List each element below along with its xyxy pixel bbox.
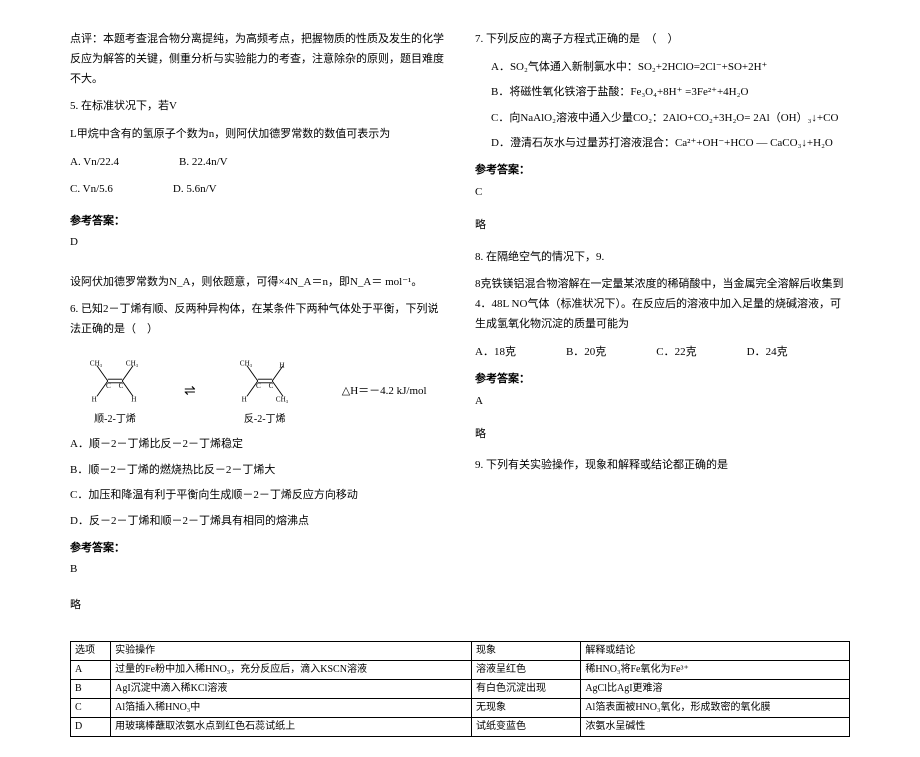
q7-stem: 7. 下列反应的离子方程式正确的是 （ ）	[475, 30, 850, 50]
svg-text:H: H	[279, 361, 284, 369]
q6-opt-b: B．顺－2－丁烯的燃烧热比反－2－丁烯大	[70, 463, 445, 478]
svg-text:C: C	[268, 382, 273, 390]
cell-ph: 无现象	[472, 699, 581, 718]
q7-opt-a: A．SO₂气体通入新制氯水中：SO₂+2HClO=2Cl⁻+SO+2H⁺	[491, 60, 850, 75]
q6-opt-c: C．加压和降温有利于平衡向生成顺－2－丁烯反应方向移动	[70, 488, 445, 503]
cell-opt: D	[71, 718, 111, 737]
cell-con: AgCl比AgI更难溶	[581, 680, 850, 699]
q8-opt-d: D．24克	[747, 345, 788, 360]
brief: 略	[475, 218, 850, 233]
q6-stem: 6. 已知2－丁烯有顺、反两种异构体，在某条件下两种气体处于平衡，下列说法正确的…	[70, 300, 445, 340]
cell-con: Al箔表面被HNO₃氧化，形成致密的氧化膜	[581, 699, 850, 718]
svg-text:H: H	[92, 396, 97, 404]
q5-opt-d: D. 5.6n/V	[173, 182, 217, 197]
cell-opt: C	[71, 699, 111, 718]
cis-label: 顺-2-丁烯	[70, 413, 160, 427]
svg-text:C: C	[256, 382, 261, 390]
col-conclusion: 解释或结论	[581, 642, 850, 661]
col-operation: 实验操作	[111, 642, 472, 661]
cis-butene-icon: CH₃ CH₃ C C H H	[70, 356, 160, 406]
answer-label: 参考答案：	[70, 214, 445, 229]
q5-opt-b: B. 22.4n/V	[179, 155, 228, 170]
q6-opt-a: A．顺－2－丁烯比反－2－丁烯稳定	[70, 437, 445, 452]
cell-con: 浓氨水呈碱性	[581, 718, 850, 737]
brief: 略	[70, 598, 445, 613]
answer-label: 参考答案：	[475, 163, 850, 178]
q5-opt-c: C. Vn/5.6	[70, 182, 113, 197]
q5-explanation: 设阿伏加德罗常数为N_A，则依题意，可得×4N_A＝n，即N_A＝ mol⁻¹。	[70, 273, 445, 293]
answer-label: 参考答案：	[475, 372, 850, 387]
svg-text:CH₃: CH₃	[276, 396, 289, 404]
cell-op: Al箔插入稀HNO₃中	[111, 699, 472, 718]
q8-opt-b: B．20克	[566, 345, 606, 360]
trans-butene-icon: CH₃ H C C H CH₃	[220, 356, 310, 406]
svg-text:C: C	[106, 382, 111, 390]
cell-opt: A	[71, 661, 111, 680]
q7-opt-d: D．澄清石灰水与过量苏打溶液混合：Ca²⁺+OH⁻+HCO — CaCO₃↓+H…	[491, 136, 850, 151]
q6-answer: B	[70, 562, 445, 577]
cell-ph: 试纸变蓝色	[472, 718, 581, 737]
q7-opt-c: C．向NaAlO₂溶液中通入少量CO₂：2AlO+CO₂+3H₂O= 2Al（O…	[491, 111, 850, 126]
q7-opt-b: B．将磁性氧化铁溶于盐酸：Fe₃O₄+8H⁺ =3Fe²⁺+4H₂O	[491, 85, 850, 100]
svg-text:H: H	[241, 396, 246, 404]
svg-text:CH₃: CH₃	[240, 360, 253, 368]
q8-stem2: 8克铁镁铝混合物溶解在一定量某浓度的稀硝酸中，当金属完全溶解后收集到4．48L …	[475, 275, 850, 334]
cell-op: 用玻璃棒蘸取浓氨水点到红色石蕊试纸上	[111, 718, 472, 737]
cell-ph: 溶液呈红色	[472, 661, 581, 680]
trans-label: 反-2-丁烯	[220, 413, 310, 427]
cell-opt: B	[71, 680, 111, 699]
q8-answer: A	[475, 394, 850, 409]
comment-text: 点评：本题考查混合物分离提纯，为高频考点，把握物质的性质及发生的化学反应为解答的…	[70, 30, 445, 89]
delta-h: △H＝－4.2 kJ/mol	[342, 384, 427, 399]
cell-op: AgI沉淀中滴入稀KCl溶液	[111, 680, 472, 699]
q8-stem1: 8. 在隔绝空气的情况下，9.	[475, 248, 850, 268]
molecule-diagram: CH₃ CH₃ C C H H 顺-2-丁烯 ⇌ CH₃	[70, 356, 445, 427]
svg-text:CH₃: CH₃	[126, 360, 139, 368]
q7-answer: C	[475, 185, 850, 200]
answer-label: 参考答案：	[70, 541, 445, 556]
q8-opt-a: A．18克	[475, 345, 516, 360]
col-option: 选项	[71, 642, 111, 661]
q5-line2: L甲烷中含有的氢原子个数为n，则阿伏加德罗常数的数值可表示为	[70, 125, 445, 145]
q5-answer: D	[70, 235, 445, 250]
table-row: C Al箔插入稀HNO₃中 无现象 Al箔表面被HNO₃氧化，形成致密的氧化膜	[71, 699, 850, 718]
brief: 略	[475, 427, 850, 442]
equilibrium-arrow-icon: ⇌	[184, 382, 196, 402]
table-row: B AgI沉淀中滴入稀KCl溶液 有白色沉淀出现 AgCl比AgI更难溶	[71, 680, 850, 699]
q6-opt-d: D．反－2－丁烯和顺－2－丁烯具有相同的熔沸点	[70, 514, 445, 529]
q5-opt-a: A. Vn/22.4	[70, 155, 119, 170]
q9-stem: 9. 下列有关实验操作，现象和解释或结论都正确的是	[475, 456, 850, 476]
table-row: D 用玻璃棒蘸取浓氨水点到红色石蕊试纸上 试纸变蓝色 浓氨水呈碱性	[71, 718, 850, 737]
table-header-row: 选项 实验操作 现象 解释或结论	[71, 642, 850, 661]
q8-opt-c: C．22克	[656, 345, 696, 360]
experiment-table: 选项 实验操作 现象 解释或结论 A 过量的Fe粉中加入稀HNO₃，充分反应后，…	[70, 641, 850, 737]
table-row: A 过量的Fe粉中加入稀HNO₃，充分反应后，滴入KSCN溶液 溶液呈红色 稀H…	[71, 661, 850, 680]
q5-stem: 5. 在标准状况下，若V	[70, 97, 445, 117]
cell-con: 稀HNO₃将Fe氧化为Fe³⁺	[581, 661, 850, 680]
svg-text:H: H	[131, 396, 136, 404]
cell-ph: 有白色沉淀出现	[472, 680, 581, 699]
col-phenomenon: 现象	[472, 642, 581, 661]
cell-op: 过量的Fe粉中加入稀HNO₃，充分反应后，滴入KSCN溶液	[111, 661, 472, 680]
svg-text:CH₃: CH₃	[90, 360, 103, 368]
svg-text:C: C	[119, 382, 124, 390]
